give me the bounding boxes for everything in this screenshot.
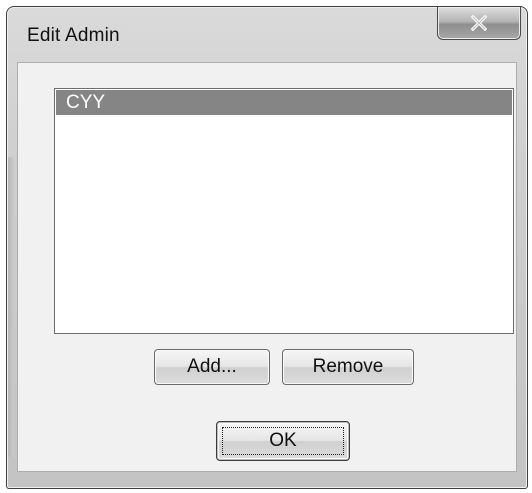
add-button[interactable]: Add... <box>154 349 270 385</box>
admin-listbox[interactable]: CYY <box>54 88 514 334</box>
edit-admin-dialog: Edit Admin CYY Add... Remove OK <box>6 6 528 489</box>
ok-button[interactable]: OK <box>216 421 350 461</box>
window-title: Edit Admin <box>27 25 120 46</box>
remove-button[interactable]: Remove <box>282 349 414 385</box>
title-bar[interactable]: Edit Admin <box>7 7 527 59</box>
close-icon <box>470 14 488 32</box>
ok-button-label: OK <box>269 430 297 451</box>
list-item[interactable]: CYY <box>56 90 512 115</box>
window-frame-shade <box>8 157 14 457</box>
close-button[interactable] <box>437 7 521 40</box>
dialog-content: CYY Add... Remove OK <box>17 62 517 472</box>
